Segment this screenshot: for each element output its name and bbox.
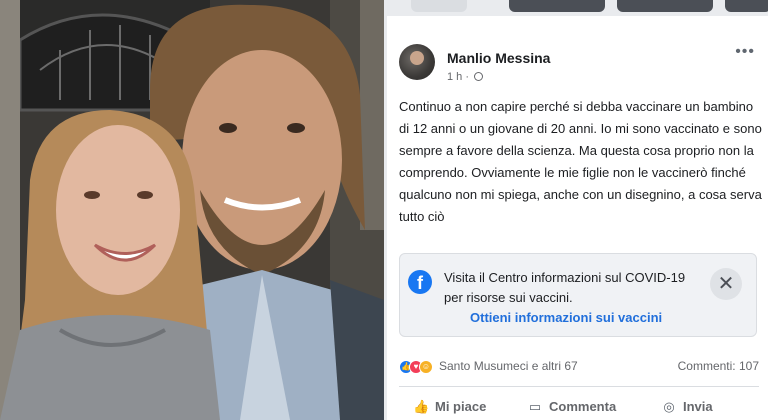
covid-info-box: f Visita il Centro informazioni sul COVI…: [399, 253, 757, 337]
reactors-text[interactable]: Santo Musumeci e altri 67: [439, 359, 578, 373]
author-name[interactable]: Manlio Messina: [447, 50, 550, 66]
like-button[interactable]: 👍 Mi piace: [413, 396, 486, 418]
send-button[interactable]: ◎ Invia: [661, 396, 713, 418]
post-time[interactable]: 1 h: [447, 71, 462, 83]
vaccine-info-link[interactable]: Ottieni informazioni sui vaccini: [470, 310, 662, 325]
author-avatar[interactable]: [399, 44, 435, 80]
comments-count[interactable]: Commenti: 107: [678, 359, 759, 373]
close-icon[interactable]: ✕: [710, 268, 742, 300]
actions-divider: [399, 386, 759, 387]
top-tab-strip: [387, 0, 768, 16]
facebook-post-card: Manlio Messina 1 h · ••• Continuo a non …: [384, 0, 768, 420]
post-actions-bar: 👍 Mi piace ▭ Commenta ◎ Invia: [399, 392, 759, 420]
post-timestamp[interactable]: 1 h ·: [447, 71, 484, 83]
tab-pill[interactable]: [725, 0, 768, 12]
thumbs-up-icon: 👍: [413, 399, 430, 414]
comment-bubble-icon: ▭: [528, 399, 542, 414]
meta-separator: ·: [465, 71, 470, 83]
like-label: Mi piace: [435, 399, 487, 414]
covid-info-message: Visita il Centro informazioni sul COVID-…: [444, 270, 686, 305]
globe-icon: [474, 72, 484, 81]
comment-label: Commenta: [549, 399, 617, 414]
facebook-logo-icon: f: [408, 270, 432, 294]
selfie-photo-illustration: [0, 0, 384, 420]
post-photo[interactable]: [0, 0, 384, 420]
more-horizontal-icon[interactable]: •••: [735, 44, 755, 60]
tab-pill[interactable]: [509, 0, 605, 12]
tab-pill[interactable]: [617, 0, 713, 12]
messenger-icon: ◎: [663, 399, 675, 414]
comment-button[interactable]: ▭ Commenta: [527, 396, 616, 418]
reactions-summary[interactable]: 👍 ♥ ☺ Santo Musumeci e altri 67 Commenti…: [399, 356, 759, 378]
haha-icon: ☺: [419, 360, 433, 374]
post-header: Manlio Messina 1 h · •••: [399, 44, 759, 84]
tab-pill[interactable]: [411, 0, 467, 12]
post-body-text: Continuo a non capire perché si debba va…: [399, 99, 762, 224]
send-label: Invia: [683, 399, 713, 414]
